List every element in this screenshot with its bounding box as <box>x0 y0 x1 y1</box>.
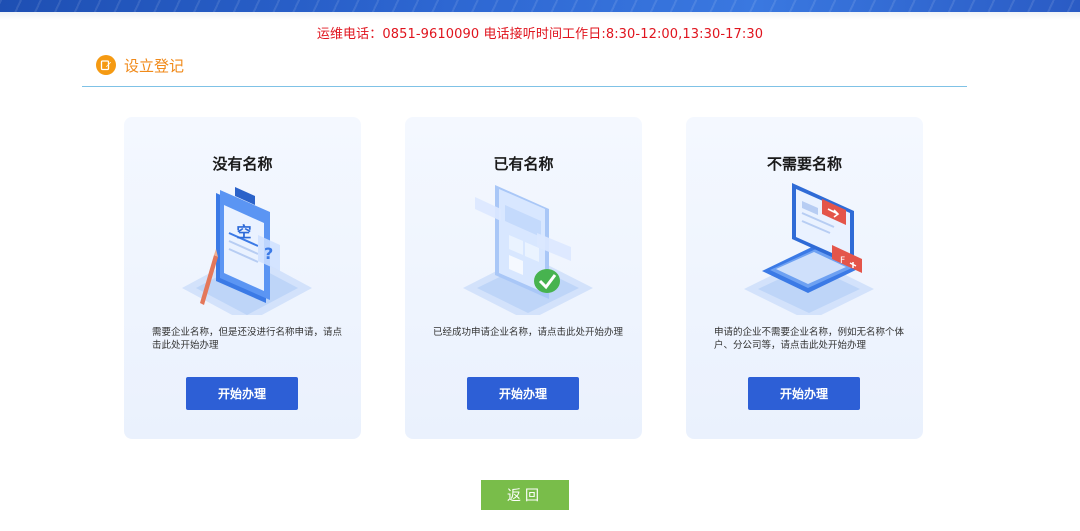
card-description: 申请的企业不需要企业名称，例如无名称个体户、分公司等，请点击此处开始办理 <box>714 327 905 351</box>
svg-text:F: F <box>840 256 845 266</box>
blank-glyph: 空 <box>236 223 252 241</box>
card-title: 不需要名称 <box>766 155 842 173</box>
start-button-has-name[interactable]: 开始办理 <box>467 377 579 410</box>
banner-shadow <box>0 12 1080 20</box>
edit-icon <box>96 55 116 75</box>
card-title: 已有名称 <box>493 155 554 173</box>
section-divider <box>82 86 967 87</box>
card-description: 需要企业名称，但是还没进行名称申请，请点击此处开始办理 <box>152 327 343 351</box>
start-button-no-name[interactable]: 开始办理 <box>186 377 298 410</box>
card-title: 没有名称 <box>212 155 273 173</box>
document-checkmark-icon <box>461 175 595 321</box>
section-title: 设立登记 <box>124 56 185 75</box>
card-has-name: 已有名称 已经成功申请企业名称，请点击此处开始办理 开始办理 <box>405 117 642 439</box>
section-header: 设立登记 <box>96 54 184 76</box>
card-description: 已经成功申请企业名称，请点击此处开始办理 <box>433 327 624 338</box>
top-banner <box>0 0 1080 12</box>
hotline-text: 运维电话：0851-9610090 电话接听时间工作日:8:30-12:00,1… <box>316 27 764 42</box>
blank-document-icon: ? 空 <box>180 175 314 323</box>
card-no-name-needed: 不需要名称 F 申请的企业不需要企业名称，例如无名称个体户、分公司等，请点击此处… <box>686 117 923 439</box>
laptop-icon: F <box>742 175 876 321</box>
back-button[interactable]: 返回 <box>481 480 569 510</box>
card-no-name: 没有名称 ? 空 需要企业名称，但是还没进行名称申请，请点击此处开始办理 开始办… <box>124 117 361 439</box>
start-button-no-name-needed[interactable]: 开始办理 <box>748 377 860 410</box>
svg-text:?: ? <box>264 244 273 263</box>
